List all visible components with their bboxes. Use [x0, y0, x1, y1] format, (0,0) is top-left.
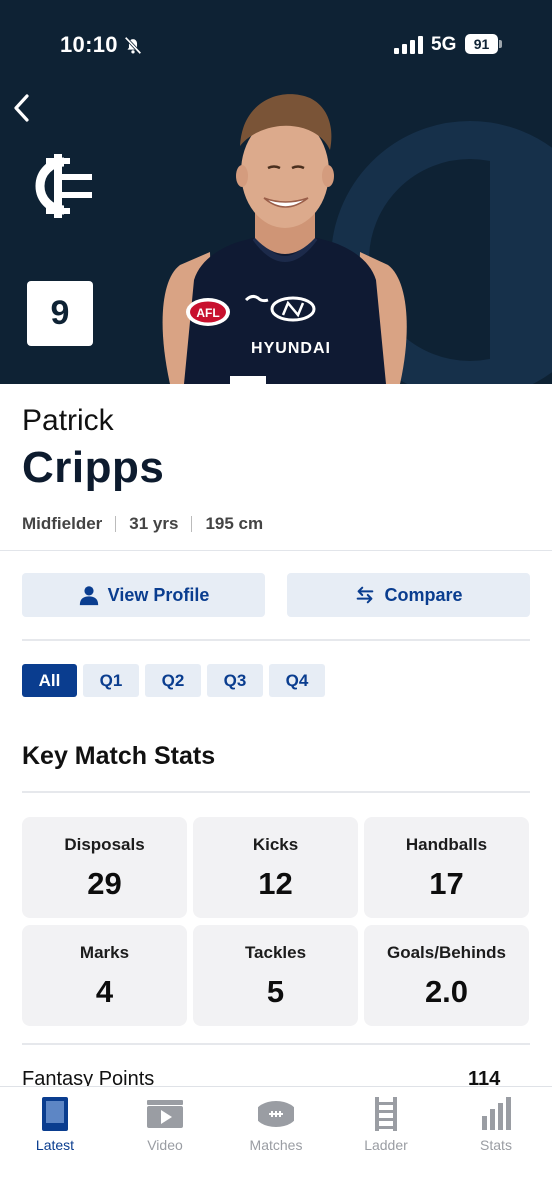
- stat-value: 2.0: [424, 974, 469, 1009]
- stat-card-handballs: Handballs 17: [364, 817, 529, 918]
- battery-icon: 91: [465, 34, 502, 54]
- divider: [0, 550, 552, 551]
- tab-label: Matches: [249, 1137, 303, 1153]
- battery-level: 91: [465, 34, 498, 54]
- stat-value: 4: [95, 974, 114, 1009]
- stat-label: Goals/Behinds: [386, 943, 507, 962]
- stat-value: 29: [87, 866, 122, 901]
- tab-label: Stats: [480, 1137, 512, 1153]
- player-height: 195 cm: [205, 514, 264, 533]
- tab-ladder[interactable]: Ladder: [331, 1087, 441, 1157]
- player-age: 31 yrs: [129, 514, 179, 533]
- meta-divider: [115, 516, 117, 532]
- tab-label: Video: [147, 1137, 183, 1153]
- tab-latest[interactable]: Latest: [0, 1087, 110, 1157]
- tab-matches[interactable]: Matches: [221, 1087, 331, 1157]
- tab-stats[interactable]: Stats: [441, 1087, 551, 1157]
- ladder-icon: [375, 1097, 397, 1131]
- key-stats-title: Key Match Stats: [22, 742, 216, 770]
- tab-label: Latest: [35, 1137, 75, 1153]
- status-bar: 10:10 5G 91: [0, 0, 552, 90]
- player-photo: AFL HYUNDAI: [162, 94, 407, 384]
- stat-value: 5: [266, 974, 285, 1009]
- status-time: 10:10: [60, 32, 118, 57]
- player-meta: Midfielder 31 yrs 195 cm: [22, 513, 263, 535]
- bell-muted-icon: [124, 36, 142, 55]
- quarter-tabs: All Q1 Q2 Q3 Q4: [22, 664, 325, 697]
- player-position: Midfielder: [22, 514, 103, 533]
- svg-text:AFL: AFL: [196, 306, 219, 320]
- view-profile-button[interactable]: View Profile: [22, 573, 265, 617]
- signal-icon: [394, 36, 423, 54]
- stat-label: Disposals: [64, 835, 145, 854]
- tab-q1[interactable]: Q1: [83, 664, 139, 697]
- player-hero: 10:10 5G 91 9 AFL HYUNDAI: [0, 0, 552, 384]
- latest-icon: [42, 1097, 68, 1131]
- football-icon: [258, 1101, 294, 1127]
- svg-text:HYUNDAI: HYUNDAI: [251, 340, 331, 357]
- stat-card-marks: Marks 4: [22, 925, 187, 1026]
- tab-video[interactable]: Video: [110, 1087, 220, 1157]
- compare-label: Compare: [384, 584, 463, 605]
- divider: [22, 791, 530, 793]
- tab-q4[interactable]: Q4: [269, 664, 325, 697]
- stat-value: 17: [429, 866, 464, 901]
- tab-all[interactable]: All: [22, 664, 77, 697]
- stat-value: 12: [258, 866, 293, 901]
- tab-label: Ladder: [364, 1137, 408, 1153]
- stat-label: Kicks: [252, 835, 299, 854]
- divider: [22, 1043, 530, 1045]
- person-icon: [79, 586, 98, 606]
- tab-q3[interactable]: Q3: [207, 664, 263, 697]
- divider: [22, 639, 530, 641]
- stats-icon: [482, 1097, 511, 1130]
- view-profile-label: View Profile: [107, 584, 210, 605]
- network-label: 5G: [431, 34, 457, 55]
- meta-divider: [191, 516, 193, 532]
- swap-arrows-icon: [357, 586, 374, 604]
- stat-label: Tackles: [244, 943, 307, 962]
- club-logo-icon: [35, 154, 92, 218]
- video-icon: [147, 1100, 183, 1128]
- tab-q2[interactable]: Q2: [145, 664, 201, 697]
- player-first-name: Patrick: [22, 404, 114, 437]
- bottom-tab-bar: Latest Video Matches Ladder Stats: [0, 1086, 552, 1200]
- stat-card-goals-behinds: Goals/Behinds 2.0: [364, 925, 529, 1026]
- jersey-number-badge: 9: [27, 281, 93, 346]
- compare-button[interactable]: Compare: [287, 573, 530, 617]
- stat-card-kicks: Kicks 12: [193, 817, 358, 918]
- stat-card-tackles: Tackles 5: [193, 925, 358, 1026]
- stat-label: Handballs: [405, 835, 488, 854]
- back-chevron-icon[interactable]: [8, 90, 36, 126]
- stat-label: Marks: [79, 943, 130, 962]
- stat-card-disposals: Disposals 29: [22, 817, 187, 918]
- player-last-name: Cripps: [22, 443, 165, 492]
